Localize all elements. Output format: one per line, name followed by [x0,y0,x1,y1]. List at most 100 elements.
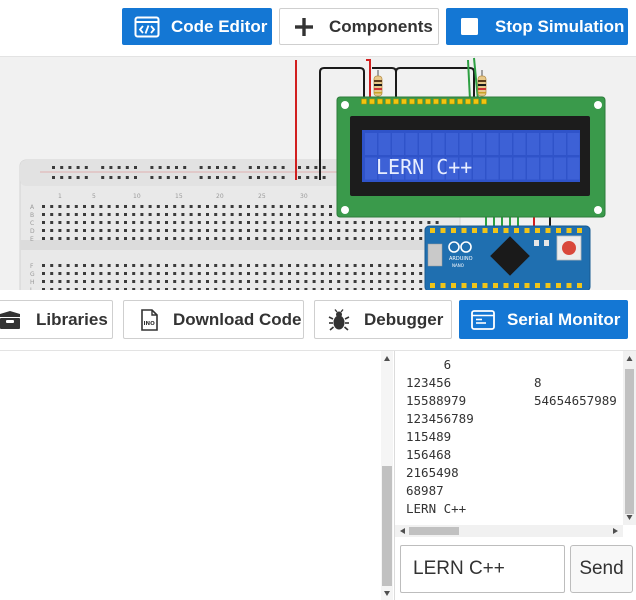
breadboard-hole [173,237,177,240]
breadboard-hole [140,237,144,240]
lcd-cell [554,133,566,155]
breadboard-hole [370,264,373,267]
debugger-button[interactable]: Debugger [314,300,452,339]
breadboard-hole [312,272,316,275]
arduino-pin [440,283,446,288]
breadboard-hole [76,166,80,169]
download-code-button[interactable]: INO Download Code [123,300,304,339]
scroll-down-arrow-icon[interactable] [626,515,633,520]
serial-monitor-label: Serial Monitor [507,309,621,329]
breadboard-hole [288,237,291,240]
lcd-display[interactable]: LERN C++ [336,96,606,218]
breadboard-hole [370,272,373,275]
scroll-left-arrow-icon[interactable] [400,528,405,534]
arduino-pin [545,228,551,233]
circuit-canvas[interactable]: 151015202530 ABCDEFGHIJ [0,57,636,290]
lcd-cell [567,157,580,180]
breadboard-hole [337,272,341,275]
serial-output-vertical-scrollbar[interactable] [623,351,636,525]
breadboard-hole [435,221,439,224]
breadboard-hole [125,176,129,179]
libraries-button[interactable]: Libraries [0,300,113,339]
breadboard-hole [238,221,242,224]
serial-output-horizontal-scrollbar[interactable] [395,525,623,537]
breadboard-hole [91,237,95,240]
breadboard-hole [99,237,103,240]
breadboard-hole [288,272,291,275]
breadboard-hole [165,280,168,283]
breadboard-hole [99,213,103,216]
send-button[interactable]: Send [570,545,633,593]
lcd-pin [393,98,399,105]
breadboard-hole [296,205,300,208]
serial-monitor-button[interactable]: Serial Monitor [459,300,628,339]
breadboard-hole [238,205,242,208]
stop-simulation-label: Stop Simulation [495,16,625,36]
arduino-nano[interactable]: ARDUINO NANO [424,225,591,290]
code-editor-button[interactable]: Code Editor [122,8,272,45]
code-panel-scrollbar[interactable] [381,351,393,600]
breadboard-hole [273,166,277,169]
breadboard-hole [271,280,275,283]
breadboard-hole [66,272,70,275]
components-button[interactable]: Components [279,8,439,45]
breadboard-hole [50,221,54,224]
breadboard-hole [238,264,242,267]
breadboard-hole [107,264,111,267]
breadboard-hole [58,280,62,283]
breadboard-hole [329,205,332,208]
breadboard-hole [173,205,177,208]
scroll-down-arrow-icon[interactable] [384,591,390,596]
breadboard-hole [279,280,283,283]
breadboard-hole [91,280,95,283]
breadboard-hole [206,205,209,208]
breadboard-hole [419,229,423,232]
breadboard-hole [66,229,70,232]
breadboard-hole [419,221,423,224]
stop-simulation-button[interactable]: Stop Simulation [446,8,628,45]
resistor[interactable] [477,70,487,100]
breadboard-hole [197,213,201,216]
breadboard-hole [304,221,308,224]
scroll-up-arrow-icon[interactable] [384,356,390,361]
breadboard-hole [320,229,324,232]
breadboard-hole [255,229,259,232]
breadboard-hole [296,272,300,275]
breadboard-hole [288,229,291,232]
breadboard-hole [74,264,78,267]
breadboard-hole [124,237,127,240]
lcd-pin [449,98,455,105]
breadboard-hole [214,237,218,240]
scroll-up-arrow-icon[interactable] [626,356,633,361]
lcd-pin [473,98,479,105]
breadboard-hole [181,221,185,224]
breadboard-hole [361,221,365,224]
breadboard-hole [216,176,219,179]
breadboard-hole [419,264,423,267]
scroll-right-arrow-icon[interactable] [613,528,618,534]
breadboard-hole [189,237,193,240]
lcd-pin [369,98,375,105]
scrollbar-thumb[interactable] [409,527,459,535]
breadboard-hole [156,264,160,267]
breadboard-hole [117,166,121,169]
breadboard-hole [320,205,324,208]
breadboard-hole [279,272,283,275]
serial-input[interactable] [400,545,565,593]
serial-output[interactable]: 6 123456 8 15588979 54654657989 123456789 1154… [395,351,623,525]
breadboard-hole [99,221,103,224]
breadboard-hole [402,221,406,224]
breadboard-hole [265,176,269,179]
scrollbar-thumb[interactable] [625,369,634,514]
breadboard-hole [156,229,160,232]
resistor[interactable] [373,70,383,100]
lcd-pin [361,98,367,105]
breadboard-hole [84,176,88,179]
code-panel[interactable] [0,351,393,600]
breadboard-hole [402,272,406,275]
arduino-pin [577,283,582,288]
breadboard-hole [345,280,349,283]
scrollbar-thumb[interactable] [382,466,392,586]
breadboard-hole [74,213,78,216]
libraries-icon [0,310,21,330]
